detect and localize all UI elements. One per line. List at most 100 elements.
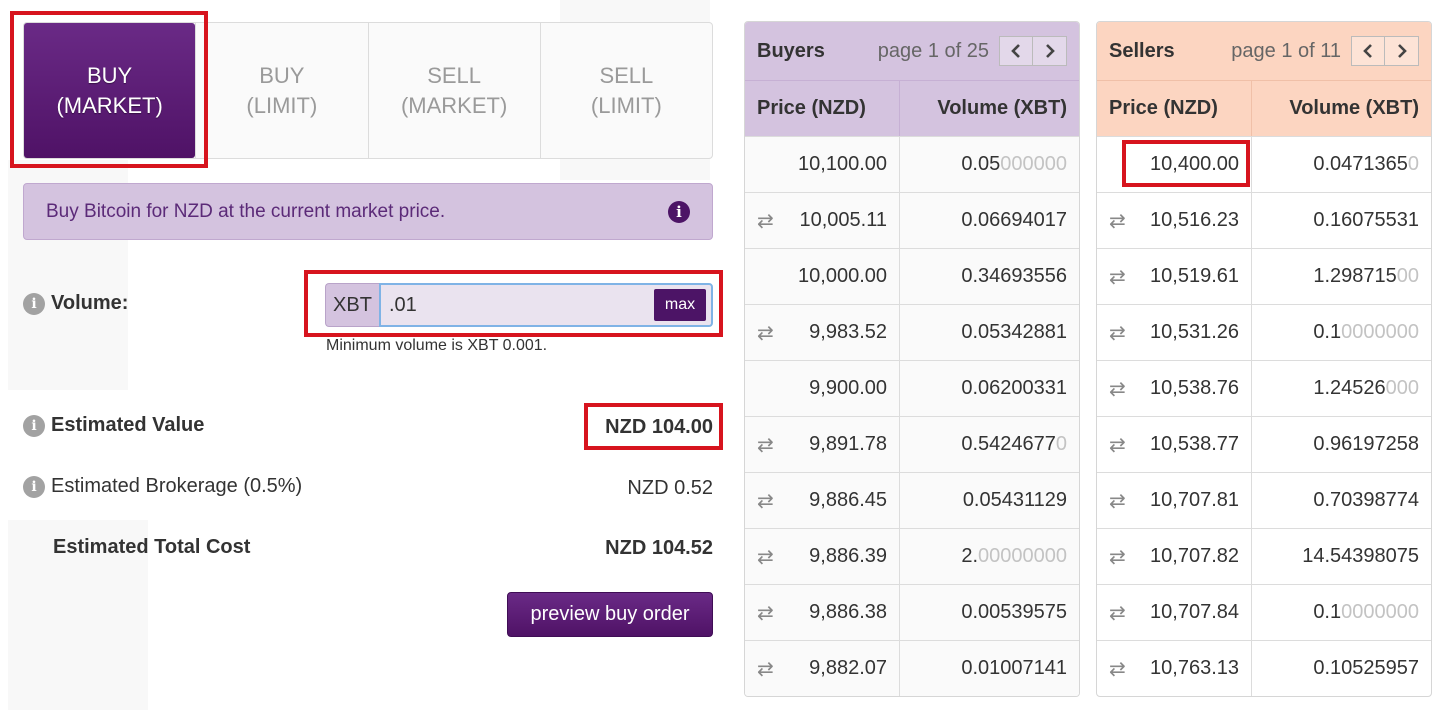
price-value: 9,983.52: [809, 321, 887, 343]
order-row[interactable]: 9,900.00 0.06200331: [745, 360, 1079, 416]
order-row[interactable]: ⇄ 9,983.52 0.05342881: [745, 304, 1079, 360]
tab-label: BUY: [87, 62, 133, 88]
info-icon[interactable]: i: [23, 414, 45, 437]
buyers-title: Buyers: [757, 39, 825, 62]
price-value: 10,000.00: [798, 265, 887, 287]
volume-hint: Minimum volume is XBT 0.001.: [326, 337, 548, 354]
max-button[interactable]: max: [654, 289, 706, 321]
order-row[interactable]: ⇄ 10,005.11 0.06694017: [745, 192, 1079, 248]
order-row[interactable]: ⇄ 9,882.07 0.01007141: [745, 640, 1079, 696]
order-row[interactable]: ⇄ 9,886.45 0.05431129: [745, 472, 1079, 528]
info-text: Buy Bitcoin for NZD at the current marke…: [46, 200, 446, 222]
price-column-header[interactable]: Price (NZD): [745, 81, 900, 136]
volume-column-header[interactable]: Volume (XBT): [900, 81, 1079, 136]
order-row[interactable]: ⇄ 10,531.26 0.1 0000000: [1097, 304, 1431, 360]
estimated-total-label: Estimated Total Cost: [53, 536, 251, 558]
estimated-brokerage-value: NZD 0.52: [627, 477, 713, 499]
order-row[interactable]: ⇄ 10,707.81 0.70398774: [1097, 472, 1431, 528]
tab-label: (LIMIT): [590, 92, 662, 118]
price-cell: ⇄ 10,519.61: [1097, 249, 1252, 304]
volume-value: 0.34693556: [961, 265, 1067, 287]
tab-buy-market[interactable]: BUY (MARKET): [24, 23, 196, 158]
info-icon[interactable]: i: [668, 200, 690, 223]
order-row[interactable]: ⇄ 9,891.78 0.5424677 0: [745, 416, 1079, 472]
order-row[interactable]: 10,400.00 0.0471365 0: [1097, 136, 1431, 192]
info-icon[interactable]: i: [23, 475, 45, 498]
price-value: 10,519.61: [1150, 265, 1239, 287]
price-cell: ⇄ 9,891.78: [745, 417, 900, 472]
volume-trailing-zeros: 0000000: [1341, 321, 1419, 343]
order-row[interactable]: ⇄ 10,516.23 0.16075531: [1097, 192, 1431, 248]
price-column-header[interactable]: Price (NZD): [1097, 81, 1252, 136]
volume-value: 0.0471365: [1313, 153, 1408, 175]
info-icon[interactable]: i: [23, 292, 45, 315]
swap-arrows-icon: ⇄: [1109, 658, 1126, 680]
swap-arrows-icon: ⇄: [1109, 378, 1126, 400]
buyers-order-book: Buyers page 1 of 25 Price (NZD) Volume (…: [744, 21, 1080, 697]
price-cell: ⇄ 9,886.45: [745, 473, 900, 528]
volume-trailing-zeros: 000: [1385, 377, 1419, 399]
price-value: 9,900.00: [809, 377, 887, 399]
estimated-value: NZD 104.00: [605, 416, 713, 438]
volume-value: 0.06200331: [961, 377, 1067, 399]
sellers-header: Sellers page 1 of 11: [1097, 22, 1431, 80]
price-value: 9,886.39: [809, 545, 887, 567]
volume-currency-prefix: XBT: [325, 283, 379, 327]
swap-arrows-icon: ⇄: [1109, 266, 1126, 288]
preview-buy-order-button[interactable]: preview buy order: [507, 592, 713, 637]
volume-label-row: i Volume:: [23, 292, 128, 315]
volume-input[interactable]: [389, 287, 654, 323]
volume-value: 0.01007141: [961, 657, 1067, 679]
volume-input-group: XBT max: [325, 283, 713, 327]
estimated-value-label: Estimated Value: [51, 414, 205, 436]
order-row[interactable]: ⇄ 9,886.38 0.00539575: [745, 584, 1079, 640]
chevron-right-icon[interactable]: [1033, 36, 1067, 66]
volume-trailing-zeros: 0000000: [1341, 601, 1419, 623]
volume-input-wrap: max: [379, 283, 713, 327]
volume-value: 0.10525957: [1313, 657, 1419, 679]
order-row[interactable]: ⇄ 10,707.82 14.54398075: [1097, 528, 1431, 584]
tab-sell-market[interactable]: SELL (MARKET): [367, 23, 540, 158]
price-value: 10,538.76: [1150, 377, 1239, 399]
order-row[interactable]: ⇄ 10,538.77 0.96197258: [1097, 416, 1431, 472]
volume-cell: 1.24526 000: [1252, 361, 1431, 416]
volume-cell: 0.01007141: [900, 641, 1079, 696]
market-info-banner: Buy Bitcoin for NZD at the current marke…: [23, 183, 713, 240]
chevron-left-icon[interactable]: [1351, 36, 1385, 66]
price-cell: 10,400.00: [1097, 137, 1252, 192]
price-cell: ⇄ 9,886.38: [745, 585, 900, 640]
order-row[interactable]: ⇄ 10,519.61 1.298715 00: [1097, 248, 1431, 304]
price-value: 10,516.23: [1150, 209, 1239, 231]
order-row[interactable]: 10,100.00 0.05 000000: [745, 136, 1079, 192]
price-cell: ⇄ 9,886.39: [745, 529, 900, 584]
order-row[interactable]: ⇄ 9,886.39 2. 00000000: [745, 528, 1079, 584]
order-row[interactable]: ⇄ 10,707.84 0.1 0000000: [1097, 584, 1431, 640]
price-cell: ⇄ 10,763.13: [1097, 641, 1252, 696]
swap-arrows-icon: ⇄: [1109, 322, 1126, 344]
order-row[interactable]: ⇄ 10,538.76 1.24526 000: [1097, 360, 1431, 416]
volume-trailing-zeros: 000000: [1000, 153, 1067, 175]
sellers-rows: 10,400.00 0.0471365 0 ⇄ 10,516.23 0.16075531 ⇄…: [1097, 136, 1431, 696]
tab-buy-limit[interactable]: BUY (LIMIT): [195, 23, 367, 158]
order-row[interactable]: 10,000.00 0.34693556: [745, 248, 1079, 304]
chevron-left-icon[interactable]: [999, 36, 1033, 66]
volume-column-header[interactable]: Volume (XBT): [1252, 81, 1431, 136]
tab-sell-limit[interactable]: SELL (LIMIT): [539, 23, 712, 158]
volume-value: 0.96197258: [1313, 433, 1419, 455]
estimated-total-value: NZD 104.52: [605, 537, 713, 559]
price-value: 10,707.81: [1150, 489, 1239, 511]
volume-value: 0.05431129: [962, 489, 1067, 511]
order-row[interactable]: ⇄ 10,763.13 0.10525957: [1097, 640, 1431, 696]
chevron-right-icon[interactable]: [1385, 36, 1419, 66]
volume-trailing-zeros: 0: [1407, 153, 1419, 175]
volume-value: 0.1: [1313, 601, 1342, 623]
price-cell: ⇄ 10,531.26: [1097, 305, 1252, 360]
tab-label: (MARKET): [400, 92, 508, 118]
volume-cell: 0.5424677 0: [900, 417, 1079, 472]
buyers-page-indicator: page 1 of 25: [877, 39, 989, 62]
swap-arrows-icon: ⇄: [1109, 210, 1126, 232]
price-cell: ⇄ 10,538.76: [1097, 361, 1252, 416]
volume-cell: 0.16075531: [1252, 193, 1431, 248]
price-value: 9,886.38: [809, 601, 887, 623]
price-value: 10,005.11: [799, 209, 888, 231]
